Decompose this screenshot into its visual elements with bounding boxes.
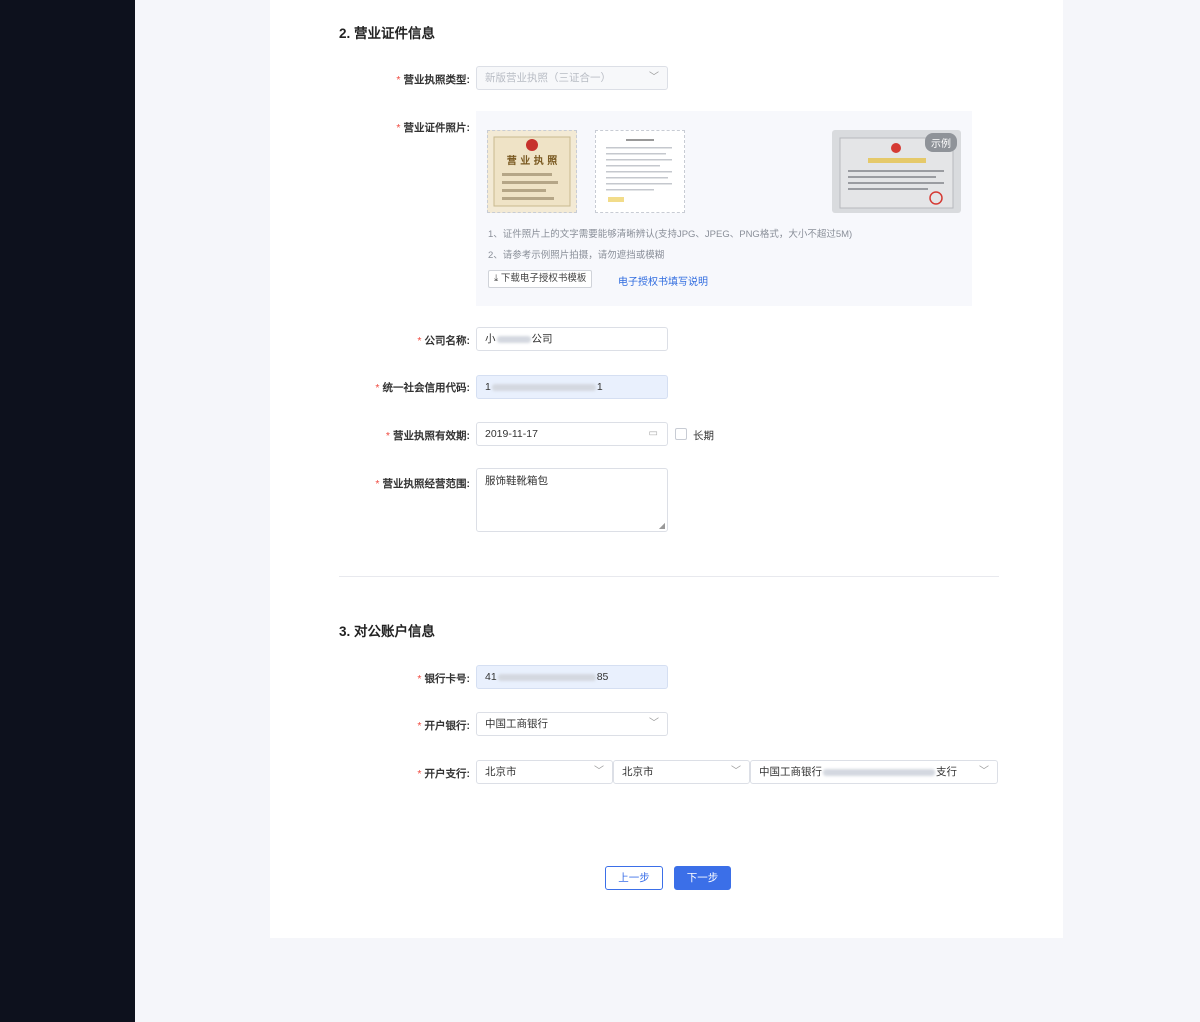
credit-code-input[interactable]: 11 bbox=[476, 375, 668, 399]
long-term-checkbox[interactable] bbox=[675, 428, 687, 440]
branch-province-select[interactable]: 北京市 ﹀ bbox=[476, 760, 613, 784]
license-photo-label: * 营业证件照片: bbox=[396, 122, 470, 134]
card-number-input[interactable]: 41 85 bbox=[476, 665, 668, 689]
required-mark: * bbox=[375, 382, 380, 394]
required-mark: * bbox=[417, 720, 422, 732]
redacted-blur bbox=[491, 383, 596, 391]
license-photo-thumbnail[interactable]: 营 业 执 照 bbox=[487, 130, 577, 213]
credit-code-label: * 统一社会信用代码: bbox=[375, 382, 470, 394]
long-term-label: 长期 bbox=[693, 430, 714, 442]
section-title-account: 3. 对公账户信息 bbox=[339, 624, 436, 639]
license-type-select[interactable]: 新版营业执照（三证合一） ﹀ bbox=[476, 66, 668, 90]
chevron-down-icon: ﹀ bbox=[594, 766, 604, 777]
branch-city-select[interactable]: 北京市 ﹀ bbox=[613, 760, 750, 784]
license-type-label: * 营业执照类型: bbox=[396, 74, 470, 86]
example-badge: 示例 bbox=[925, 133, 957, 152]
chevron-down-icon: ﹀ bbox=[731, 766, 741, 777]
section-title-license: 2. 营业证件信息 bbox=[339, 26, 436, 41]
resize-handle-icon[interactable]: ◢ bbox=[659, 521, 665, 530]
required-mark: * bbox=[396, 122, 401, 134]
authorization-help-link[interactable]: 电子授权书填写说明 bbox=[618, 273, 708, 288]
form-panel: 2. 营业证件信息 * 营业执照类型: 新版营业执照（三证合一） ﹀ * 营业证件照… bbox=[270, 0, 1063, 938]
next-step-button[interactable]: 下一步 bbox=[674, 866, 731, 890]
example-photo: 示例 bbox=[832, 130, 961, 213]
validity-label: * 营业执照有效期: bbox=[385, 430, 470, 442]
license-upload-area: 营 业 执 照 示例 1、证件照片上的文字需要能够清晰辨认(支持JPG、JPEG… bbox=[476, 111, 972, 306]
prev-step-button[interactable]: 上一步 bbox=[605, 866, 663, 890]
company-name-input[interactable]: 小公司 bbox=[476, 327, 668, 351]
sidebar bbox=[0, 0, 135, 1022]
chevron-down-icon: ﹀ bbox=[649, 718, 659, 729]
calendar-icon: ▭ bbox=[648, 428, 658, 439]
section-divider bbox=[339, 576, 999, 577]
business-scope-textarea[interactable]: 服饰鞋靴箱包 ◢ bbox=[476, 468, 668, 532]
business-scope-label: * 营业执照经营范围: bbox=[375, 478, 470, 490]
chevron-down-icon: ﹀ bbox=[649, 72, 659, 83]
bank-select[interactable]: 中国工商银行 ﹀ bbox=[476, 712, 668, 736]
required-mark: * bbox=[375, 478, 380, 490]
card-number-label: * 银行卡号: bbox=[417, 673, 470, 685]
bank-label: * 开户银行: bbox=[417, 720, 470, 732]
redacted-blur bbox=[497, 673, 596, 681]
required-mark: * bbox=[385, 430, 390, 442]
branch-label: * 开户支行: bbox=[417, 768, 470, 780]
company-name-label: * 公司名称: bbox=[417, 335, 470, 347]
validity-date-input[interactable]: 2019-11-17 ▭ bbox=[476, 422, 668, 446]
branch-select[interactable]: 中国工商银行 支行 ﹀ bbox=[750, 760, 998, 784]
download-template-button[interactable]: ⤓ 下载电子授权书模板 bbox=[488, 270, 593, 288]
upload-tip-1: 1、证件照片上的文字需要能够清晰辨认(支持JPG、JPEG、PNG格式，大小不超… bbox=[488, 229, 853, 240]
redacted-blur bbox=[496, 335, 531, 343]
upload-tip-2: 2、请参考示例照片拍摄，请勿遮挡或模糊 bbox=[488, 250, 665, 261]
chevron-down-icon: ﹀ bbox=[979, 766, 989, 777]
redacted-blur bbox=[823, 768, 935, 776]
license-thumb-title: 营 业 执 照 bbox=[507, 154, 557, 167]
authorization-photo-thumbnail[interactable] bbox=[595, 130, 685, 213]
required-mark: * bbox=[417, 673, 422, 685]
download-icon: ⤓ bbox=[494, 273, 499, 284]
required-mark: * bbox=[417, 768, 422, 780]
required-mark: * bbox=[417, 335, 422, 347]
required-mark: * bbox=[396, 74, 401, 86]
